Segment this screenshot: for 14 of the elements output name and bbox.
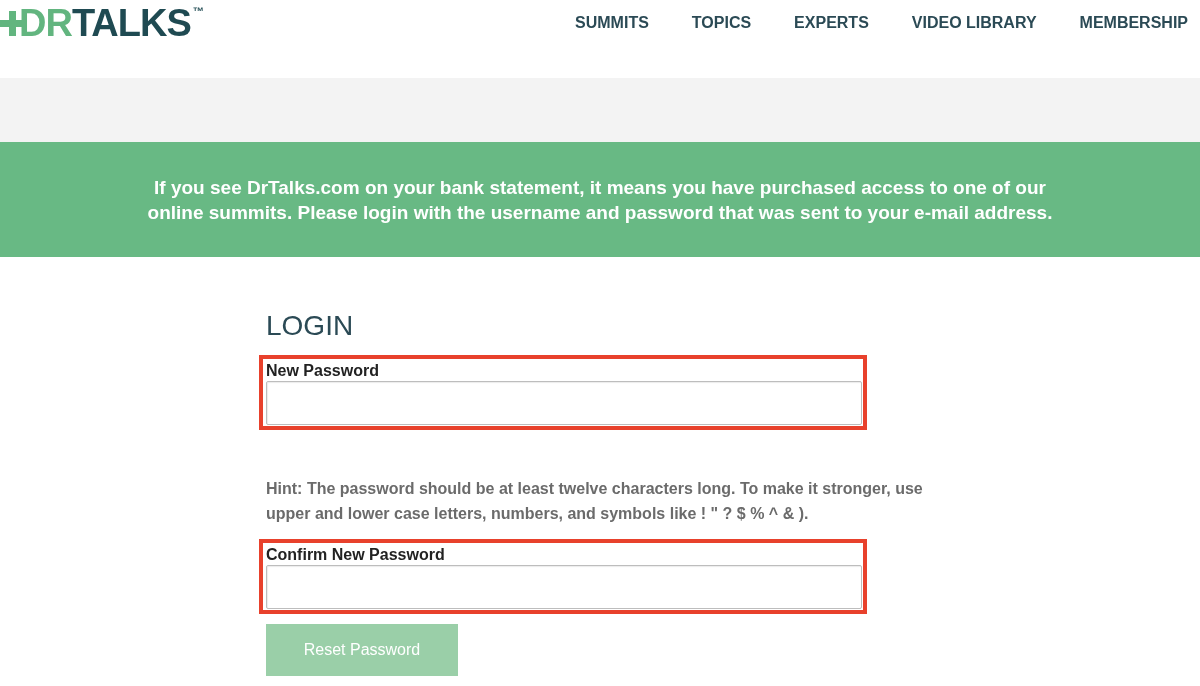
password-field[interactable] [266,381,862,425]
password-field[interactable] [266,565,862,609]
plus-icon [0,10,22,36]
field-label: New Password [266,361,380,381]
logo-link[interactable]: DRTALKS™ [0,4,204,42]
field-label: Confirm New Password [266,545,446,565]
nav-link[interactable]: MEMBERSHIP [1079,11,1188,35]
nav-link[interactable]: VIDEO LIBRARY [911,11,1037,35]
notice-text: If you see DrTalks.com on your bank statement, it means you have purchased access to one of our online summits. Please login with the username and password that was sent to your e-mail address. [146,175,1054,225]
nav-link[interactable]: SUMMITS [575,11,649,35]
form-title: LOGIN [266,309,354,343]
nav-link[interactable]: TOPICS [691,11,752,35]
nav-link[interactable]: EXPERTS [794,11,869,35]
hint-text: Hint: The password should be at least twelve characters long. To make it stronger, use upper and lower case letters, numbers, and symbols like ! " ? $ % ^ & ). [266,479,924,524]
